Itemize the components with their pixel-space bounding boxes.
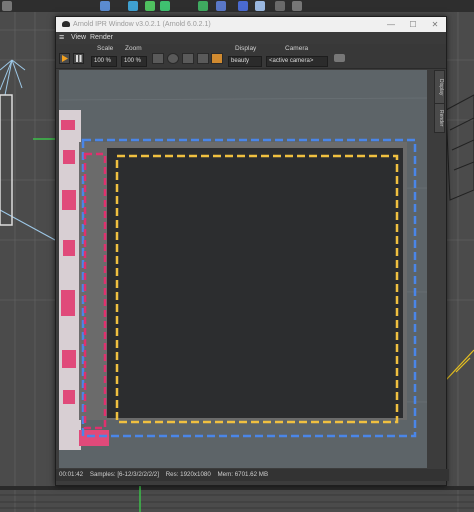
tool-icon[interactable] (145, 1, 155, 11)
minimize-button[interactable]: — (380, 17, 402, 32)
side-tab-display[interactable]: Display (434, 70, 445, 104)
arnold-logo-icon (62, 21, 70, 27)
tool-icon[interactable] (198, 1, 208, 11)
camera-label: Camera (285, 45, 309, 52)
menu-render[interactable]: Render (90, 32, 113, 44)
display-select[interactable]: beauty (228, 56, 262, 67)
camera-select[interactable]: <active camera> (266, 56, 328, 67)
tool-icon[interactable] (128, 1, 138, 11)
tool-icon[interactable] (160, 1, 170, 11)
menu-icon[interactable]: ≡ (59, 32, 64, 43)
status-memory: Mem: 6701.62 MB (217, 471, 269, 478)
side-tab-render[interactable]: Render (434, 103, 445, 133)
pause-icon (76, 55, 82, 62)
scale-label: Scale (97, 45, 114, 52)
scale-field[interactable]: 100 % (91, 56, 117, 67)
ipr-toolbar: Scale 100 % Zoom 100 % Display beauty Ca… (56, 44, 446, 69)
status-bar: 00:01:42 Samples: [6-12/3/2/2/2/2] Res: … (56, 469, 449, 481)
camera-snapshot-icon[interactable] (334, 54, 345, 62)
tool-icon[interactable] (275, 1, 285, 11)
render-view[interactable] (59, 70, 427, 468)
zoom-field[interactable]: 100 % (121, 56, 147, 67)
tool-icon[interactable] (292, 1, 302, 11)
lock-icon[interactable] (182, 53, 194, 64)
color-icon[interactable] (211, 53, 223, 64)
status-samples: Samples: [6-12/3/2/2/2/2] (89, 471, 159, 478)
arnold-ipr-window: Arnold IPR Window v3.0.2.1 (Arnold 6.0.2… (55, 16, 449, 486)
host-app-toolbar (0, 0, 474, 12)
render-image (59, 70, 427, 468)
device-screen (107, 148, 403, 418)
pause-button[interactable] (73, 53, 84, 64)
display-label: Display (235, 45, 257, 52)
tool-icon[interactable] (216, 1, 226, 11)
region-icon[interactable] (152, 53, 164, 64)
close-button[interactable]: ✕ (424, 17, 446, 32)
status-resolution: Res: 1920x1080 (165, 471, 211, 478)
grid-icon[interactable] (197, 53, 209, 64)
maximize-button[interactable]: ☐ (402, 17, 424, 32)
tool-icon[interactable] (100, 1, 110, 11)
play-icon (62, 55, 68, 62)
status-time: 00:01:42 (59, 471, 84, 478)
menu-view[interactable]: View (71, 32, 86, 44)
tool-icon[interactable] (255, 1, 265, 11)
window-title: Arnold IPR Window v3.0.2.1 (Arnold 6.0.2… (73, 21, 211, 28)
crop-icon[interactable] (167, 53, 179, 64)
tool-icon[interactable] (238, 1, 248, 11)
window-titlebar[interactable]: Arnold IPR Window v3.0.2.1 (Arnold 6.0.2… (56, 17, 446, 32)
zoom-label: Zoom (125, 45, 142, 52)
menu-bar: ≡ View Render (56, 32, 446, 44)
tool-icon[interactable] (2, 1, 12, 11)
play-button[interactable] (59, 53, 70, 64)
